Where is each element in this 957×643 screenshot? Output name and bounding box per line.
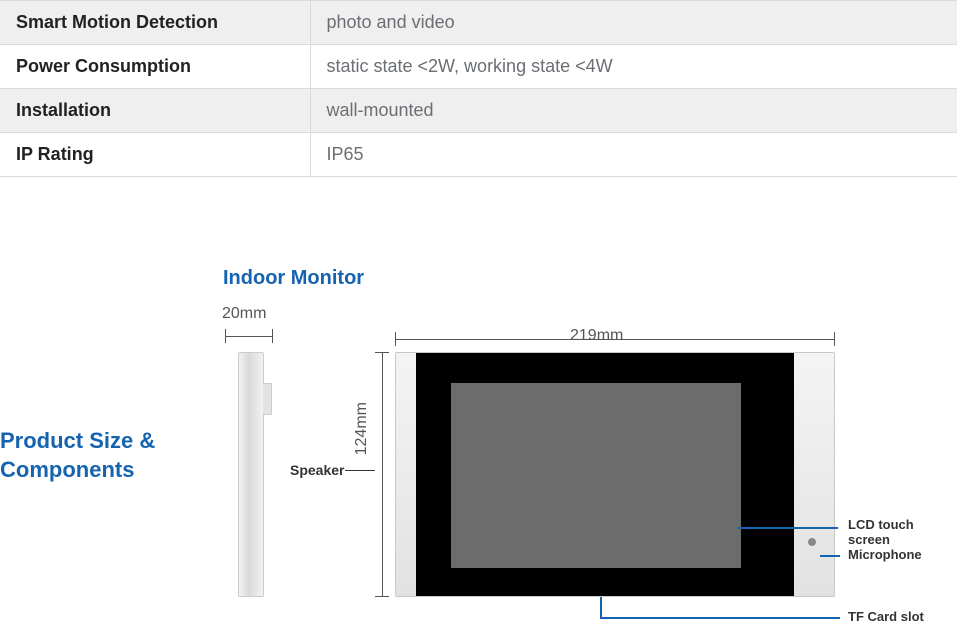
section-title: Product Size & Components bbox=[0, 427, 155, 484]
tf-callout-line-v bbox=[600, 597, 602, 617]
dimension-depth-bracket bbox=[225, 329, 273, 343]
tf-callout-line-h bbox=[600, 617, 840, 619]
spec-table: Smart Motion Detectionphoto and videoPow… bbox=[0, 0, 957, 177]
subsection-title: Indoor Monitor bbox=[223, 267, 364, 290]
spec-value: static state <2W, working state <4W bbox=[310, 45, 957, 89]
spec-row: Installationwall-mounted bbox=[0, 89, 957, 133]
spec-label: Power Consumption bbox=[0, 45, 310, 89]
spec-row: Smart Motion Detectionphoto and video bbox=[0, 1, 957, 45]
monitor-screen bbox=[451, 383, 741, 568]
monitor-side-view bbox=[238, 352, 264, 597]
spec-value: photo and video bbox=[310, 1, 957, 45]
section-title-line2: Components bbox=[0, 457, 134, 482]
spec-value: wall-mounted bbox=[310, 89, 957, 133]
spec-row: Power Consumptionstatic state <2W, worki… bbox=[0, 45, 957, 89]
spec-value: IP65 bbox=[310, 133, 957, 177]
microphone-hole bbox=[808, 538, 816, 546]
tf-label: TF Card slot bbox=[848, 609, 924, 624]
speaker-label: Speaker bbox=[290, 462, 344, 478]
section-title-line1: Product Size & bbox=[0, 428, 155, 453]
dimension-width-bracket bbox=[395, 332, 835, 346]
lcd-label: LCD touch screen bbox=[848, 517, 957, 547]
lcd-callout-line bbox=[738, 527, 838, 529]
monitor-front-view bbox=[395, 352, 835, 597]
speaker-callout-line bbox=[345, 470, 375, 471]
dimension-height-bracket bbox=[375, 352, 389, 597]
dimension-depth: 20mm bbox=[222, 305, 266, 323]
spec-label: IP Rating bbox=[0, 133, 310, 177]
dimension-height: 124mm bbox=[353, 402, 371, 455]
mic-callout-line bbox=[820, 555, 840, 557]
spec-label: Installation bbox=[0, 89, 310, 133]
spec-row: IP RatingIP65 bbox=[0, 133, 957, 177]
mic-label: Microphone bbox=[848, 547, 922, 562]
spec-label: Smart Motion Detection bbox=[0, 1, 310, 45]
product-size-section: Product Size & Components Indoor Monitor… bbox=[0, 177, 957, 637]
